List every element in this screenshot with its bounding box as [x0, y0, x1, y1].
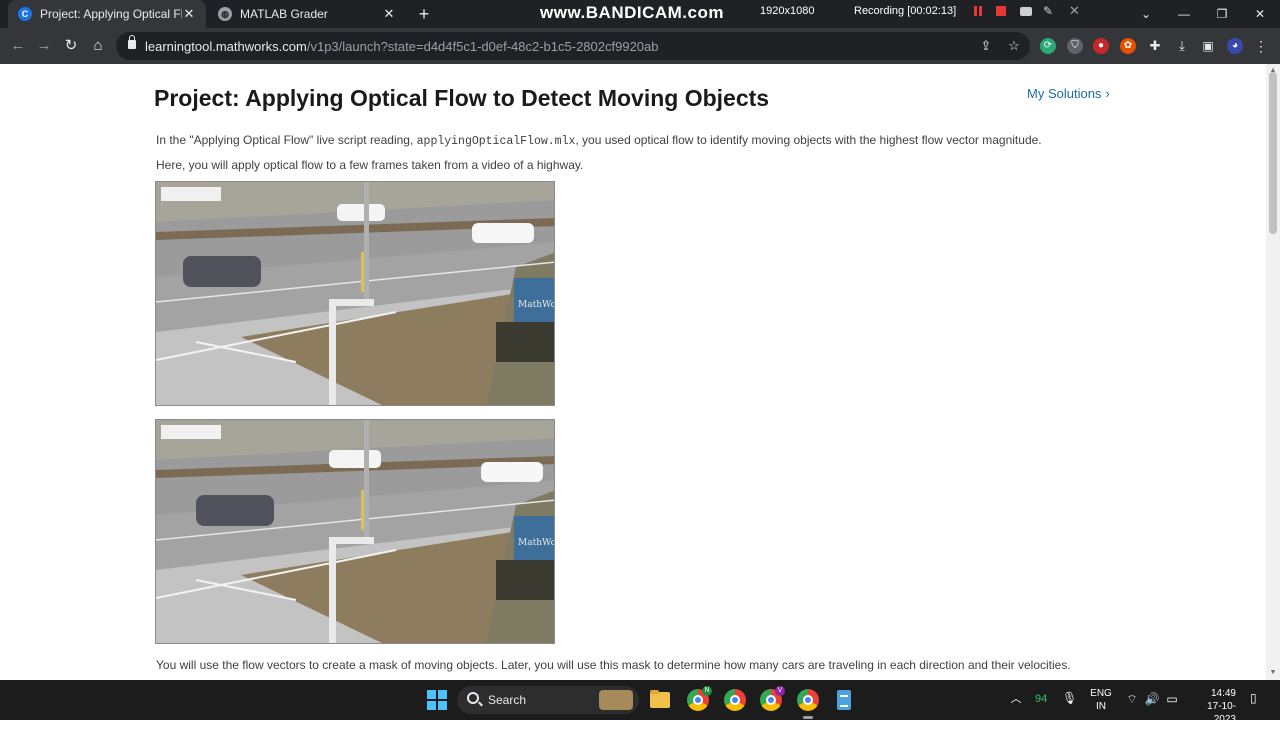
star-icon[interactable]: ☆ — [1006, 38, 1022, 54]
clock[interactable]: 14:49 17-10-2023 — [1188, 687, 1236, 727]
chrome-icon[interactable]: V — [760, 686, 785, 711]
page-scrollbar[interactable]: ▲ ▼ — [1266, 64, 1280, 680]
extension-green-icon[interactable]: ⟳ — [1040, 38, 1056, 54]
address-bar[interactable]: learningtool.mathworks.com/v1p3/launch?s… — [116, 32, 1030, 60]
shield-icon[interactable]: ⛉ — [1067, 38, 1083, 54]
pencil-icon[interactable]: ✎ — [1043, 4, 1057, 18]
new-tab-button[interactable]: + — [414, 4, 434, 24]
tray-badge-count[interactable]: 94 — [1035, 693, 1047, 733]
page-title: Project: Applying Optical Flow to Detect… — [154, 85, 770, 111]
extension-orange-icon[interactable]: ✿ — [1120, 38, 1136, 54]
url-host: learningtool.mathworks.com — [145, 39, 307, 54]
highway-frame-1: MathWo — [155, 181, 555, 406]
search-icon — [467, 692, 479, 704]
share-icon[interactable]: ⇪ — [978, 38, 994, 54]
minimize-icon[interactable]: — — [1165, 0, 1203, 28]
puzzle-icon[interactable]: ✚ — [1147, 38, 1163, 54]
forward-icon[interactable]: → — [34, 36, 54, 56]
chrome-icon[interactable] — [797, 689, 819, 711]
intro-text: In the "Applying Optical Flow" live scri… — [156, 133, 417, 147]
home-icon[interactable]: ⌂ — [88, 36, 108, 56]
taskbar: Search N V ︿ 94 🎙 ENG IN ⌔ 🔊 ▭ 14:49 17-10… — [0, 680, 1280, 725]
recording-resolution: 1920x1080 — [760, 5, 815, 17]
stop-icon[interactable] — [994, 4, 1008, 18]
scroll-thumb[interactable] — [1269, 72, 1277, 234]
chevron-down-icon[interactable]: ⌄ — [1127, 0, 1165, 28]
tab-optical-flow[interactable]: C Project: Applying Optical Flow to ✕ — [8, 0, 206, 28]
search-highlight-image — [599, 690, 633, 710]
extension-red-icon[interactable]: ● — [1093, 38, 1109, 54]
kebab-menu-icon[interactable]: ⋮ — [1253, 38, 1269, 54]
tab-matlab-grader[interactable]: ◍ MATLAB Grader ✕ — [208, 0, 406, 28]
lock-icon — [128, 35, 136, 49]
tab-strip: C Project: Applying Optical Flow to ✕ ◍ … — [0, 0, 1280, 28]
lang-line-1: ENG — [1090, 688, 1112, 699]
close-icon[interactable]: ✕ — [1069, 4, 1083, 18]
avatar[interactable]: ◕ — [1227, 38, 1243, 54]
restore-icon[interactable]: ❐ — [1203, 0, 1241, 28]
search-label: Search — [488, 693, 527, 707]
my-solutions-link[interactable]: My Solutions › — [1027, 86, 1110, 101]
browser-toolbar: ← → ↻ ⌂ learningtool.mathworks.com/v1p3/… — [0, 28, 1280, 64]
tab-title: MATLAB Grader — [240, 7, 328, 21]
pause-icon[interactable] — [971, 4, 985, 18]
my-solutions-label: My Solutions — [1027, 86, 1102, 101]
scroll-down-icon[interactable]: ▼ — [1266, 666, 1280, 680]
file-explorer-icon[interactable] — [649, 689, 671, 711]
lang-line-2: IN — [1096, 701, 1106, 712]
clock-time: 14:49 — [1210, 688, 1236, 699]
volume-icon[interactable]: 🔊 — [1144, 691, 1160, 707]
bandicam-watermark: www.BANDICAM.com — [540, 3, 724, 22]
taskbar-search[interactable]: Search — [457, 686, 639, 714]
coursera-icon: C — [18, 7, 32, 21]
back-icon[interactable]: ← — [8, 36, 28, 56]
close-icon[interactable]: ✕ — [382, 6, 396, 22]
sign-text: MathWo — [518, 538, 555, 548]
chrome-icon[interactable] — [724, 689, 746, 711]
wifi-icon[interactable]: ⌔ — [1124, 691, 1140, 707]
globe-icon: ◍ — [218, 7, 232, 21]
active-app-indicator — [803, 716, 813, 719]
sign-text: MathWo — [518, 300, 555, 310]
profile-badge: V — [775, 686, 785, 696]
microphone-icon[interactable]: 🎙 — [1062, 691, 1077, 707]
clock-date: 17-10-2023 — [1207, 701, 1236, 725]
intro-text-rest: , you used optical flow to identify movi… — [575, 133, 1042, 147]
url-text[interactable]: learningtool.mathworks.com/v1p3/launch?s… — [145, 39, 659, 54]
intro-paragraph: In the "Applying Optical Flow" live scri… — [156, 133, 1042, 148]
windows-start-icon[interactable] — [427, 690, 447, 710]
notepad-icon[interactable] — [833, 689, 855, 711]
chrome-icon[interactable]: N — [687, 686, 712, 711]
language-indicator[interactable]: ENG IN — [1090, 687, 1112, 727]
close-window-icon[interactable]: ✕ — [1241, 0, 1279, 28]
highway-frame-image: MathWo — [156, 182, 555, 405]
notification-icon[interactable]: ▯ — [1250, 691, 1264, 707]
battery-icon[interactable]: ▭ — [1164, 691, 1180, 707]
profile-badge: N — [702, 686, 712, 696]
highway-frame-image: MathWo — [156, 420, 555, 643]
highway-frame-2: MathWo — [155, 419, 555, 644]
sidepanel-icon[interactable]: ▣ — [1200, 38, 1216, 54]
tab-title: Project: Applying Optical Flow to — [40, 7, 182, 21]
download-icon[interactable]: ⤓ — [1174, 38, 1190, 54]
mask-paragraph: You will use the flow vectors to create … — [156, 658, 1071, 672]
script-filename: applyingOpticalFlow.mlx — [416, 135, 576, 148]
url-path: /v1p3/launch?state=d4d4f5c1-d0ef-48c2-b1… — [306, 39, 659, 54]
page-content: Project: Applying Optical Flow to Detect… — [0, 64, 1266, 680]
recording-status: Recording [00:02:13] — [854, 5, 957, 17]
close-icon[interactable]: ✕ — [182, 6, 196, 22]
chevron-up-icon[interactable]: ︿ — [1009, 692, 1023, 706]
frames-paragraph: Here, you will apply optical flow to a f… — [156, 158, 584, 172]
reload-icon[interactable]: ↻ — [61, 36, 81, 56]
chevron-right-icon: › — [1105, 86, 1110, 101]
camera-icon[interactable] — [1019, 4, 1033, 18]
